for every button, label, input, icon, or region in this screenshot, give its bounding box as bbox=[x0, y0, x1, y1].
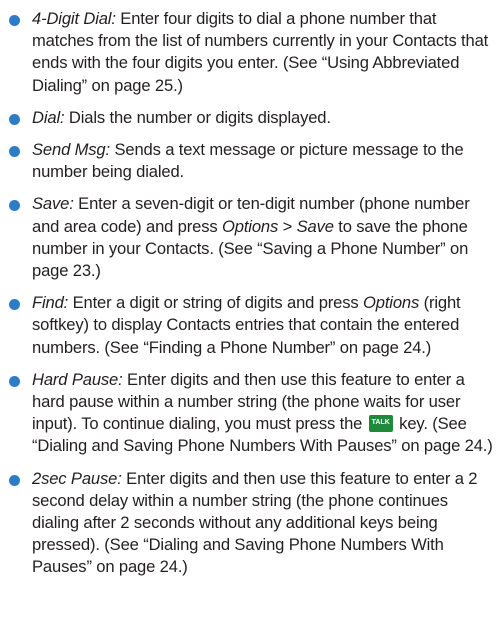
bullet-dot-icon bbox=[9, 375, 20, 387]
list-item-save: Save: Enter a seven-digit or ten-digit n… bbox=[9, 193, 493, 282]
term-label: Find: bbox=[32, 293, 69, 313]
list-item-hard-pause: Hard Pause: Enter digits and then use th… bbox=[9, 369, 493, 458]
menu-separator: > bbox=[278, 216, 297, 236]
term-label: Send Msg: bbox=[32, 140, 110, 160]
item-description: Dials the number or digits displayed. bbox=[64, 107, 331, 127]
talk-key-icon: TALK bbox=[368, 415, 393, 433]
term-label: 4-Digit Dial: bbox=[32, 9, 116, 28]
term-label: Hard Pause: bbox=[32, 369, 123, 389]
bullet-dot-icon bbox=[9, 299, 20, 311]
list-item-dial: Dial: Dials the number or digits display… bbox=[9, 107, 493, 129]
term-label: 2sec Pause: bbox=[32, 468, 122, 488]
manual-page: 4-Digit Dial: Enter four digits to dial … bbox=[0, 0, 498, 620]
term-label: Save: bbox=[32, 194, 74, 214]
list-item-send-msg: Send Msg: Sends a text message or pictur… bbox=[9, 139, 493, 183]
term-label: Dial: bbox=[32, 107, 65, 127]
option-list: 4-Digit Dial: Enter four digits to dial … bbox=[9, 8, 493, 589]
list-item-2sec-pause: 2sec Pause: Enter digits and then use th… bbox=[9, 468, 493, 579]
options-softkey-label: Options bbox=[221, 216, 279, 236]
talk-key-label: TALK bbox=[371, 419, 390, 427]
save-menu-label: Save bbox=[296, 216, 334, 236]
item-description: Enter a digit or string of digits and pr… bbox=[68, 293, 363, 313]
bullet-dot-icon bbox=[9, 474, 20, 486]
list-item-4-digit-dial: 4-Digit Dial: Enter four digits to dial … bbox=[9, 8, 493, 97]
bullet-dot-icon bbox=[9, 113, 20, 125]
bullet-dot-icon bbox=[9, 15, 20, 26]
bullet-dot-icon bbox=[9, 200, 20, 212]
bullet-dot-icon bbox=[9, 146, 20, 158]
options-softkey-label: Options bbox=[363, 293, 420, 313]
list-item-find: Find: Enter a digit or string of digits … bbox=[9, 292, 493, 359]
